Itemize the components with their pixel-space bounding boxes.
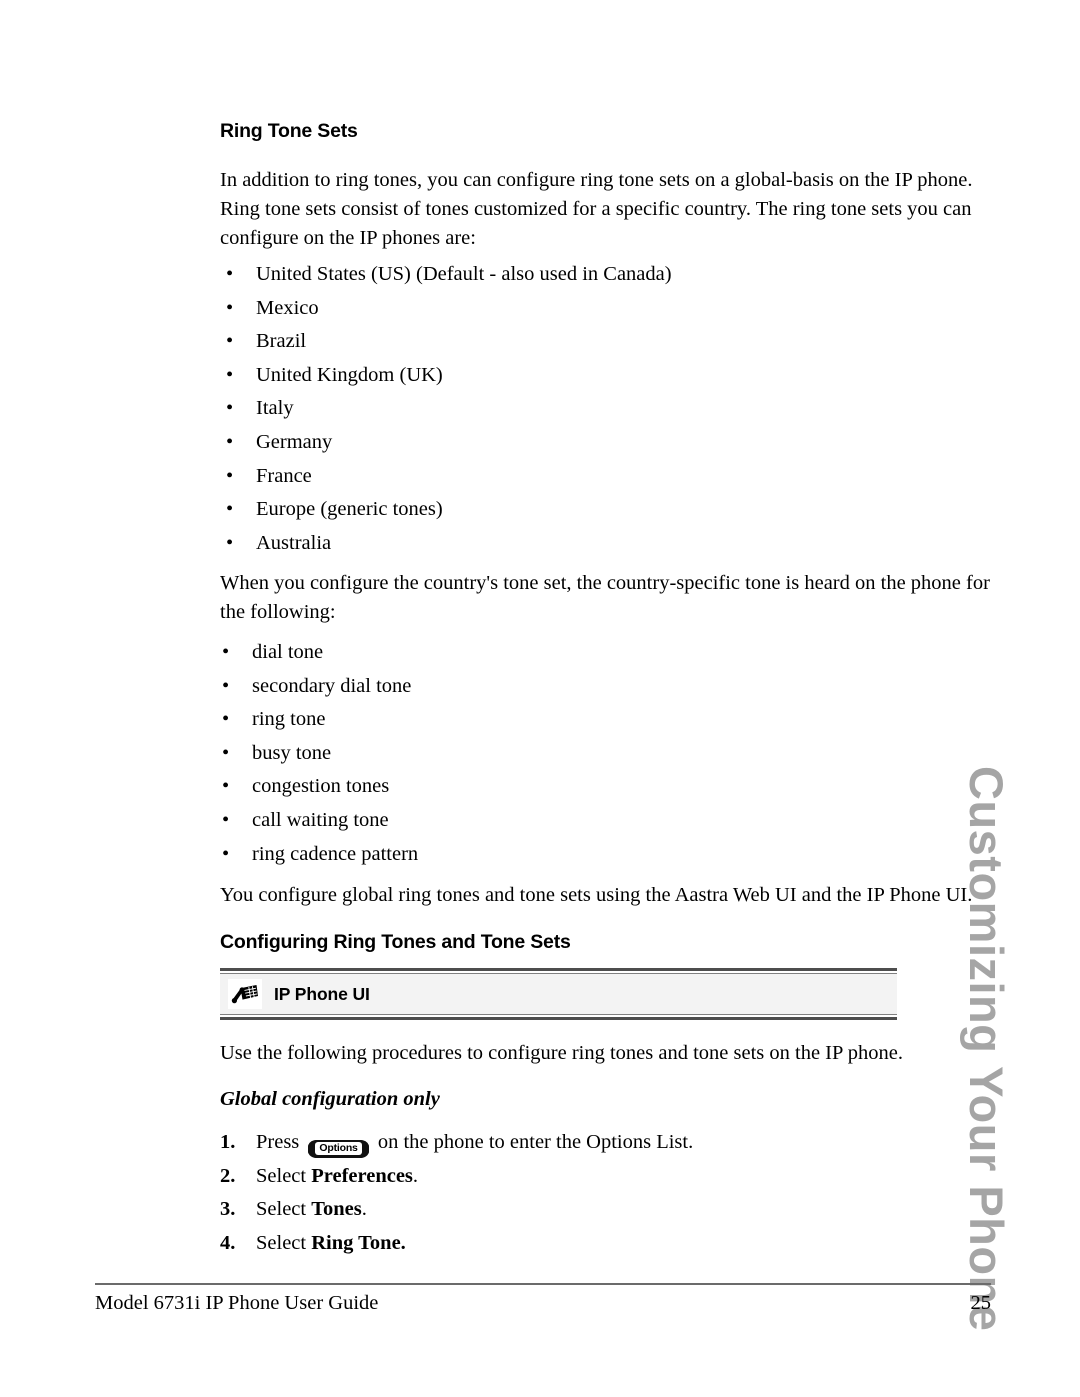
subsection-heading: Configuring Ring Tones and Tone Sets (220, 931, 571, 953)
step-menu-item-name: Preferences (311, 1164, 413, 1187)
country-list-item: • Australia (226, 527, 672, 561)
bullet-label: France (256, 464, 312, 487)
bullet-label: secondary dial tone (252, 674, 412, 697)
country-list-item: • Italy (226, 392, 672, 426)
global-configuration-note: Global configuration only (220, 1088, 440, 1110)
bullet-dot-icon: • (226, 531, 234, 554)
bullet-label: ring tone (252, 708, 326, 731)
step-text-prefix: Select (256, 1164, 312, 1187)
bullet-dot-icon: • (226, 296, 234, 319)
step-text: Select Ring Tone. (256, 1232, 406, 1254)
banner-label: IP Phone UI (274, 983, 370, 1004)
step-text-suffix: . (361, 1198, 367, 1220)
banner-body: IP Phone UI (220, 974, 897, 1014)
bullet-label: Europe (generic tones) (256, 498, 443, 521)
step-text-suffix: . (412, 1164, 419, 1187)
step-number: 3. (220, 1198, 236, 1220)
step-text: Press Options on the phone to enter the … (256, 1131, 694, 1158)
step-text: Select Tones. (256, 1198, 367, 1220)
ip-phone-ui-banner: IP Phone UI (220, 968, 897, 1020)
step-menu-item-name: Tones (311, 1198, 362, 1220)
tone-list-item: • ring tone (222, 703, 418, 737)
procedures-paragraph: Use the following procedures to configur… (220, 1042, 903, 1064)
tone-list-item: • ring cadence pattern (222, 838, 418, 872)
bullet-label: dial tone (252, 641, 324, 663)
ring-tone-set-country-list: • United States (US) (Default - also used… (226, 258, 672, 560)
bullet-label: United States (US) (Default - also used … (256, 263, 672, 285)
tone-list-item: • busy tone (222, 737, 418, 771)
country-specific-tones-list: • dial tone • secondary dial tone • ring tone… (222, 636, 418, 871)
bullet-label: Germany (256, 430, 333, 453)
bullet-label: Italy (256, 397, 294, 420)
country-list-item: • United States (US) (Default - also used… (226, 258, 672, 292)
procedure-step: 2. Select Preferences. (220, 1160, 920, 1194)
footer-row: Model 6731i IP Phone User Guide 25 (95, 1292, 991, 1315)
bullet-dot-icon: • (226, 498, 234, 521)
bullet-label: Australia (256, 531, 332, 554)
section-heading: Ring Tone Sets (220, 120, 358, 142)
bullet-dot-icon: • (222, 842, 230, 865)
tone-list-item: • dial tone (222, 636, 418, 670)
bullet-dot-icon: • (226, 430, 234, 453)
country-list-item: • Brazil (226, 325, 672, 359)
country-list-item: • France (226, 460, 672, 494)
step-text-prefix: Press (256, 1131, 305, 1153)
bullet-dot-icon: • (222, 808, 230, 831)
tone-list-item: • congestion tones (222, 770, 418, 804)
tone-list-item: • secondary dial tone (222, 670, 418, 704)
options-hard-key[interactable]: Options (308, 1140, 369, 1158)
step-number: 1. (220, 1131, 236, 1153)
bullet-dot-icon: • (222, 708, 230, 731)
footer-rule (95, 1283, 991, 1285)
bullet-label: United Kingdom (UK) (256, 363, 443, 386)
step-text-prefix: Select (256, 1231, 312, 1254)
bullet-dot-icon: • (222, 641, 230, 663)
desk-phone-icon (228, 979, 262, 1009)
intro-paragraph: In addition to ring tones, you can confi… (220, 169, 973, 249)
options-hard-key-label: Options (315, 1142, 362, 1155)
step-number: 2. (220, 1164, 236, 1187)
country-list-item: • Europe (generic tones) (226, 493, 672, 527)
bullet-dot-icon: • (222, 674, 230, 697)
bullet-dot-icon: • (222, 775, 230, 798)
country-tone-paragraph: When you configure the country's tone se… (220, 572, 990, 623)
bullet-label: congestion tones (252, 775, 390, 798)
country-list-item: • Germany (226, 426, 672, 460)
step-text-suffix: on the phone to enter the Options List. (372, 1131, 694, 1153)
step-text-prefix: Select (256, 1198, 312, 1220)
bullet-label: busy tone (252, 741, 332, 764)
procedure-steps-list: 1. Press Options on the phone to enter th… (220, 1126, 920, 1260)
bullet-dot-icon: • (222, 741, 230, 764)
bullet-label: call waiting tone (252, 808, 389, 831)
procedure-step: 1. Press Options on the phone to enter th… (220, 1126, 920, 1160)
bullet-label: Brazil (256, 330, 307, 353)
step-text: Select Preferences. (256, 1165, 418, 1187)
bullet-dot-icon: • (226, 330, 234, 353)
tone-list-item: • call waiting tone (222, 804, 418, 838)
document-page: Customizing Your Phone Ring Tone Sets In… (0, 0, 1080, 1397)
bullet-label: Mexico (256, 296, 319, 319)
bullet-dot-icon: • (226, 464, 234, 487)
step-menu-item-name: Ring Tone. (311, 1231, 406, 1254)
step-number: 4. (220, 1231, 236, 1254)
country-list-item: • Mexico (226, 292, 672, 326)
bullet-dot-icon: • (226, 263, 234, 285)
bullet-dot-icon: • (226, 397, 234, 420)
procedure-step: 3. Select Tones. (220, 1193, 920, 1227)
page-number: 25 (970, 1291, 992, 1314)
footer-title: Model 6731i IP Phone User Guide (95, 1291, 379, 1314)
procedure-step: 4. Select Ring Tone. (220, 1227, 920, 1261)
country-list-item: • United Kingdom (UK) (226, 359, 672, 393)
bullet-dot-icon: • (226, 363, 234, 386)
banner-bottom-thick-rule (220, 1017, 897, 1020)
page-footer: Model 6731i IP Phone User Guide 25 (95, 1283, 991, 1315)
web-ui-paragraph: You configure global ring tones and tone… (220, 884, 973, 906)
bullet-label: ring cadence pattern (252, 842, 419, 865)
